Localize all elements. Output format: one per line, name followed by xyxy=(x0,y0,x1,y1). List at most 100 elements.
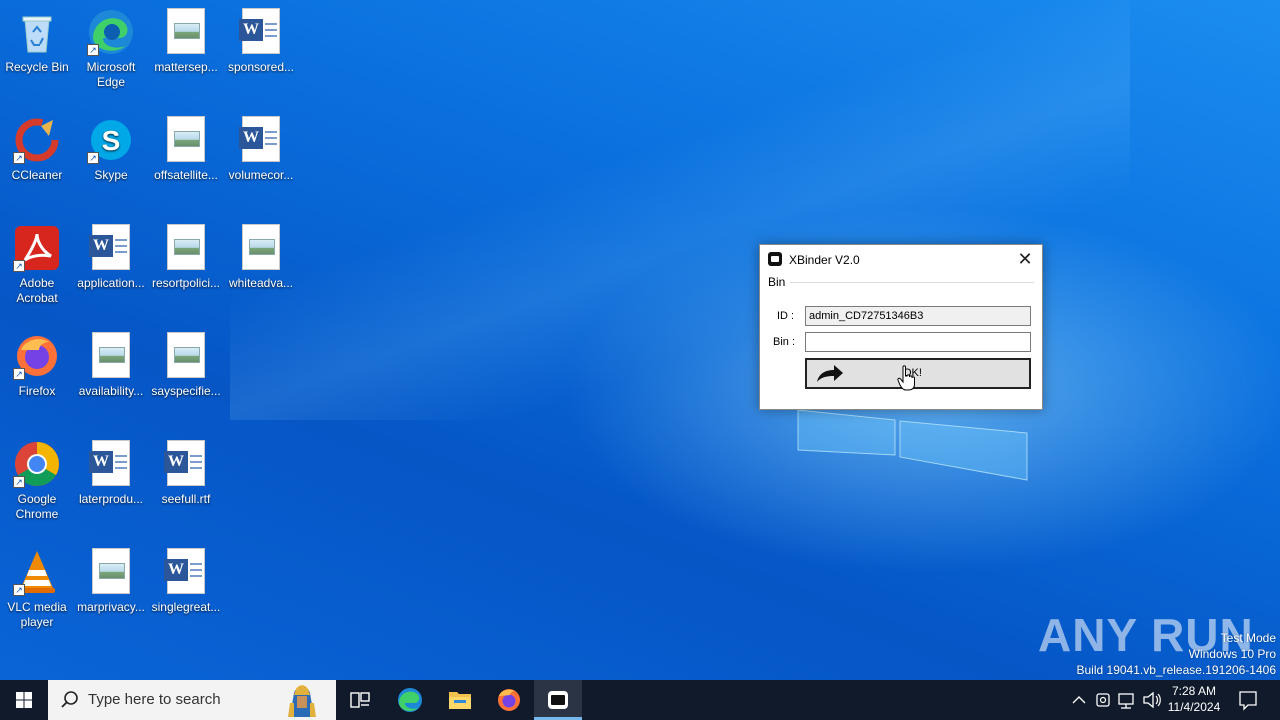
clock-date: 11/4/2024 xyxy=(1167,700,1221,714)
dialog-title: XBinder V2.0 xyxy=(789,253,860,267)
taskbar-clock[interactable]: 7:28 AM 11/4/2024 xyxy=(1166,683,1222,715)
svg-text:S: S xyxy=(102,125,121,156)
notification-center-icon[interactable] xyxy=(1236,680,1260,720)
desktop-icon-label: resortpolici... xyxy=(151,276,221,290)
desktop-icon-skype[interactable]: S ↗ Skype xyxy=(74,116,148,183)
shortcut-arrow-icon: ↗ xyxy=(13,584,25,596)
os-watermark: Test Mode Windows 10 Pro Build 19041.vb_… xyxy=(1077,630,1277,678)
image-file-icon xyxy=(162,332,210,380)
skype-icon: S ↗ xyxy=(87,116,135,164)
word-doc-icon: W xyxy=(87,440,135,488)
taskbar-xbinder[interactable] xyxy=(534,680,582,720)
word-doc-icon: W xyxy=(237,116,285,164)
desktop-icon-label: offsatellite... xyxy=(154,168,218,182)
network-icon[interactable] xyxy=(1115,680,1139,720)
acrobat-icon: ↗ xyxy=(13,224,61,272)
desktop-icon-ccleaner[interactable]: ↗ CCleaner xyxy=(0,116,74,183)
watermark-test-mode: Test Mode xyxy=(1220,631,1276,645)
taskbar: Type here to search 7:28 AM 11/4/2024 xyxy=(0,680,1280,720)
desktop-icon-label: whiteadva... xyxy=(228,276,294,290)
start-button[interactable] xyxy=(0,680,48,720)
search-icon xyxy=(61,691,78,708)
chevron-up-icon[interactable] xyxy=(1068,680,1090,720)
desktop-icon-label: VLC media player xyxy=(7,600,67,629)
word-doc-icon: W xyxy=(237,8,285,56)
search-highlight-pharaoh-icon xyxy=(288,685,316,717)
desktop-icon-application-doc[interactable]: W application... xyxy=(74,224,148,291)
shortcut-arrow-icon: ↗ xyxy=(87,152,99,164)
word-doc-icon: W xyxy=(162,548,210,596)
shortcut-arrow-icon: ↗ xyxy=(13,260,25,272)
search-placeholder: Type here to search xyxy=(88,691,221,708)
bin-field[interactable] xyxy=(805,332,1031,352)
desktop-icon-label: marprivacy... xyxy=(77,600,145,614)
hand-cursor-icon xyxy=(897,365,915,391)
desktop-icon-laterprodu-doc[interactable]: W laterprodu... xyxy=(74,440,148,507)
group-divider xyxy=(790,282,1034,283)
vlc-icon: ↗ xyxy=(13,548,61,596)
volume-icon[interactable] xyxy=(1140,680,1164,720)
firefox-icon: ↗ xyxy=(13,332,61,380)
close-icon[interactable]: ✕ xyxy=(1014,249,1036,269)
desktop-icon-label: availability... xyxy=(78,384,144,398)
desktop-icon-availability-file[interactable]: availability... xyxy=(74,332,148,399)
word-doc-icon: W xyxy=(87,224,135,272)
image-file-icon xyxy=(162,8,210,56)
taskbar-file-explorer[interactable] xyxy=(436,680,484,720)
desktop-icon-firefox[interactable]: ↗ Firefox xyxy=(0,332,74,399)
image-file-icon xyxy=(162,116,210,164)
bin-group-label: Bin xyxy=(768,275,786,289)
ok-button[interactable]: OK! xyxy=(805,358,1031,389)
shortcut-arrow-icon: ↗ xyxy=(13,152,25,164)
desktop-icon-recycle-bin[interactable]: Recycle Bin xyxy=(0,8,74,75)
windows-logo-icon xyxy=(16,692,32,708)
desktop-icon-offsatellite-file[interactable]: offsatellite... xyxy=(149,116,223,183)
image-file-icon xyxy=(87,332,135,380)
chrome-icon: ↗ xyxy=(13,440,61,488)
image-file-icon xyxy=(87,548,135,596)
bin-field-label: Bin : xyxy=(773,336,796,348)
desktop-icon-label: sponsored... xyxy=(227,60,295,74)
desktop-icon-label: Firefox xyxy=(18,384,56,398)
desktop-icon-microsoft-edge[interactable]: ↗ Microsoft Edge xyxy=(74,8,148,90)
device-icon[interactable] xyxy=(1092,680,1114,720)
desktop-icon-sayspecifie-file[interactable]: sayspecifie... xyxy=(149,332,223,399)
id-field[interactable] xyxy=(805,306,1031,326)
watermark-edition: Windows 10 Pro xyxy=(1188,647,1276,661)
desktop-icon-whiteadva-file[interactable]: whiteadva... xyxy=(224,224,298,291)
desktop-icon-label: Microsoft Edge xyxy=(86,60,136,89)
desktop-icon-label: Google Chrome xyxy=(15,492,59,521)
shortcut-arrow-icon: ↗ xyxy=(87,44,99,56)
word-doc-icon: W xyxy=(162,440,210,488)
desktop-icon-label: volumecor... xyxy=(228,168,294,182)
desktop-icon-label: CCleaner xyxy=(11,168,63,182)
taskbar-firefox[interactable] xyxy=(485,680,533,720)
clock-time: 7:28 AM xyxy=(1171,684,1217,698)
shortcut-arrow-icon: ↗ xyxy=(13,368,25,380)
desktop-icon-resortpolici-file[interactable]: resortpolici... xyxy=(149,224,223,291)
desktop-icon-singlegreat-doc[interactable]: W singlegreat... xyxy=(149,548,223,615)
firefox-icon xyxy=(498,689,520,711)
desktop-icon-seefull-rtf[interactable]: W seefull.rtf xyxy=(149,440,223,507)
desktop-icon-vlc[interactable]: ↗ VLC media player xyxy=(0,548,74,630)
desktop-icon-label: mattersep... xyxy=(154,60,218,74)
desktop-icon-label: Skype xyxy=(94,168,128,182)
image-file-icon xyxy=(162,224,210,272)
image-file-icon xyxy=(237,224,285,272)
watermark-build: Build 19041.vb_release.191206-1406 xyxy=(1076,663,1277,677)
desktop-icon-marprivacy-file[interactable]: marprivacy... xyxy=(74,548,148,615)
desktop-icon-adobe-acrobat[interactable]: ↗ Adobe Acrobat xyxy=(0,224,74,306)
desktop-icon-mattersep-file[interactable]: mattersep... xyxy=(149,8,223,75)
desktop-icon-google-chrome[interactable]: ↗ Google Chrome xyxy=(0,440,74,522)
taskbar-edge[interactable] xyxy=(386,680,434,720)
edge-icon xyxy=(398,688,422,712)
task-view-button[interactable] xyxy=(336,680,384,720)
desktop-icon-sponsored-doc[interactable]: W sponsored... xyxy=(224,8,298,75)
task-view-icon xyxy=(350,692,370,708)
desktop-icon-label: laterprodu... xyxy=(78,492,144,506)
taskbar-search-box[interactable]: Type here to search xyxy=(48,680,336,720)
desktop-icon-volumecor-doc[interactable]: W volumecor... xyxy=(224,116,298,183)
dialog-titlebar[interactable]: XBinder V2.0 ✕ xyxy=(760,245,1042,273)
ccleaner-icon: ↗ xyxy=(13,116,61,164)
file-explorer-icon xyxy=(449,692,471,709)
